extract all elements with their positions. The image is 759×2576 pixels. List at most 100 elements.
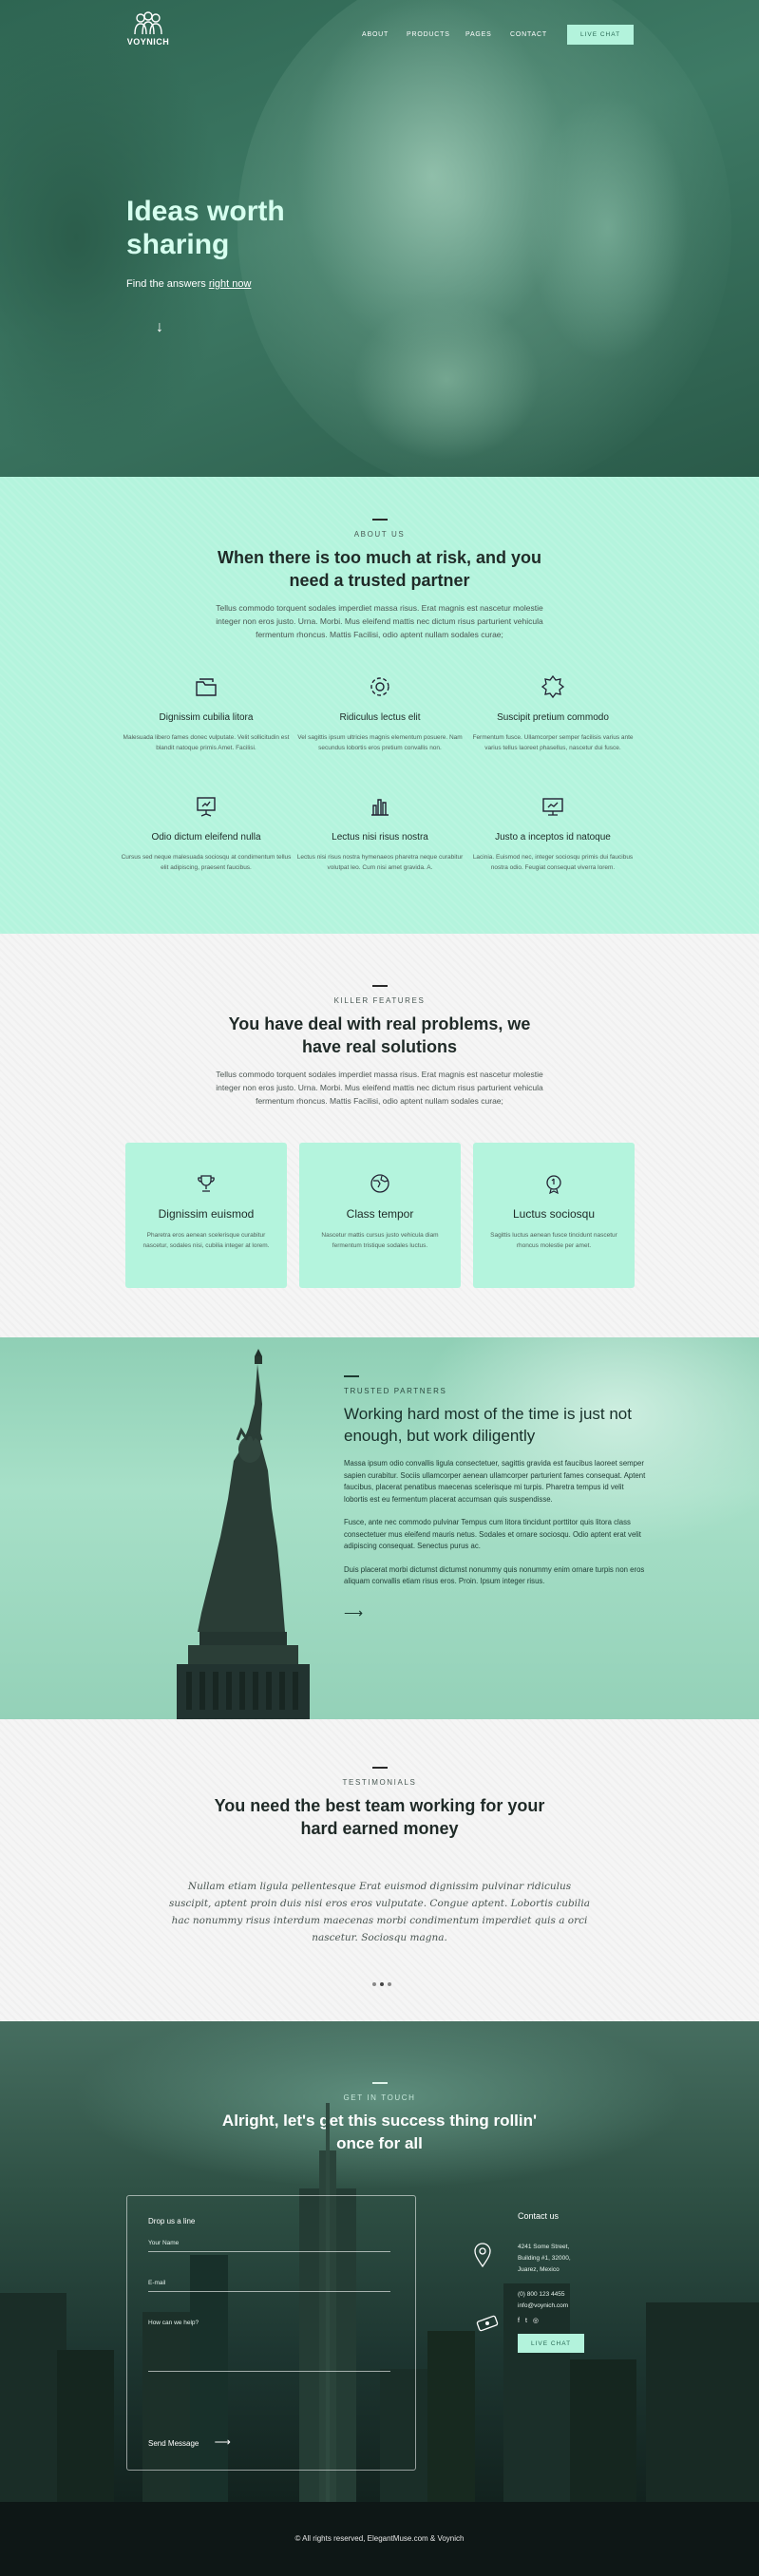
live-chat-button[interactable]: LIVE CHAT — [567, 25, 634, 45]
statue-of-liberty-image — [177, 1349, 310, 1719]
brand-logo[interactable]: VOYNICH — [126, 11, 170, 47]
card-desc: Nascetur mattis cursus justo vehicula di… — [321, 1232, 439, 1249]
about-section: ABOUT US When there is too much at risk,… — [0, 477, 759, 934]
send-label: Send Message — [148, 2439, 199, 2448]
brand-name: VOYNICH — [126, 37, 170, 47]
nav-about[interactable]: ABOUT — [362, 31, 389, 38]
arrow-right-icon: ⟶ — [214, 2435, 231, 2449]
testimonials-section: TESTIMONIALS You need the best team work… — [0, 1719, 759, 2021]
feature-desc: Lectus nisi risus nostra hymenaeos phare… — [296, 854, 464, 871]
nav-contact[interactable]: CONTACT — [510, 31, 547, 38]
feature-desc: Vel sagittis ipsum ultricies magnis elem… — [297, 734, 463, 751]
card-desc: Pharetra eros aenean scelerisque curabit… — [142, 1232, 270, 1249]
feature-title: Ridiculus lectus elit — [339, 712, 421, 723]
killer-features-section: KILLER FEATURES You have deal with real … — [0, 934, 759, 1337]
feature-item: Ridiculus lectus elit Vel sagittis ipsum… — [294, 674, 465, 753]
feature-title: Lectus nisi risus nostra — [332, 832, 428, 843]
feature-card[interactable]: Luctus sociosqu Sagittis luctus aenean f… — [473, 1143, 635, 1288]
medal-icon — [546, 1175, 561, 1194]
feature-item: Dignissim cubilia litora Malesuada liber… — [121, 674, 292, 753]
instagram-icon[interactable]: ◎ — [533, 2318, 544, 2324]
arrow-right-icon[interactable]: ⟶ — [344, 1605, 648, 1621]
facebook-icon[interactable]: f — [518, 2318, 525, 2324]
about-title: When there is too much at risk, and you … — [217, 548, 542, 590]
partners-paragraph: Duis placerat morbi dictumst dictumst no… — [344, 1564, 645, 1586]
section-divider — [371, 1767, 388, 1769]
hero-title: Ideas worth sharing — [126, 196, 285, 260]
partners-kicker: TRUSTED PARTNERS — [344, 1387, 447, 1395]
testimonials-title: You need the best team working for your … — [214, 1796, 545, 1838]
partners-content: TRUSTED PARTNERS Working hard most of th… — [344, 1375, 648, 1621]
carousel-dots — [370, 1974, 393, 1991]
contact-title: Alright, let's get this success thing ro… — [221, 2112, 538, 2152]
section-divider — [371, 519, 388, 521]
hero-subtitle-text: Find the answers — [126, 278, 209, 290]
address-line: Juarez, Mexico — [518, 2266, 560, 2273]
killer-title: You have deal with real problems, we hav… — [228, 1014, 531, 1056]
section-divider — [371, 985, 388, 987]
feature-item: Odio dictum eleifend nulla Cursus sed ne… — [121, 794, 292, 873]
presentation-icon — [197, 797, 216, 817]
feature-card[interactable]: Class tempor Nascetur mattis cursus just… — [299, 1143, 461, 1288]
testimonials-kicker: TESTIMONIALS — [342, 1778, 417, 1787]
feature-title: Dignissim cubilia litora — [159, 712, 254, 723]
bar-chart-icon — [371, 799, 389, 816]
arrow-down-icon[interactable]: ↓ — [156, 319, 163, 336]
social-icons: ft◎ — [518, 2317, 584, 2324]
feature-desc: Fermentum fusce. Ullamcorper semper faci… — [472, 734, 634, 751]
testimonial-quote: Nullam etiam ligula pellentesque Erat eu… — [168, 1881, 591, 1943]
carousel-dot-active[interactable] — [380, 1982, 384, 1986]
partners-title: Working hard most of the time is just no… — [344, 1405, 632, 1445]
copyright-text: © All rights reserved, ElegantMuse.com &… — [294, 2534, 465, 2543]
phone-icon — [476, 2315, 499, 2332]
globe-icon — [370, 1174, 389, 1193]
gear-icon — [370, 677, 389, 696]
contact-kicker: GET IN TOUCH — [343, 2093, 416, 2102]
carousel-dot[interactable] — [372, 1982, 376, 1986]
feature-desc: Cursus sed neque malesuada sociosqu at c… — [121, 854, 292, 871]
phone-number[interactable]: (0) 800 123 4455 — [518, 2289, 584, 2301]
hero-subtitle: Find the answers right now — [126, 278, 251, 290]
hero-section: VOYNICH ABOUT PRODUCTS PAGES CONTACT LIV… — [0, 0, 759, 477]
carousel-dot[interactable] — [388, 1982, 391, 1986]
partners-paragraph: Fusce, ante nec commodo pulvinar Tempus … — [344, 1518, 641, 1550]
trophy-icon — [198, 1175, 215, 1192]
card-title: Class tempor — [346, 1207, 414, 1221]
killer-kicker: KILLER FEATURES — [333, 996, 426, 1005]
form-title: Drop us a line — [148, 2217, 196, 2226]
about-kicker: ABOUT US — [353, 530, 406, 539]
send-message-button[interactable]: Send Message ⟶ — [148, 2435, 231, 2449]
feature-item: Suscipit pretium commodo Fermentum fusce… — [467, 674, 638, 753]
twitter-icon[interactable]: t — [525, 2318, 533, 2324]
folder-icon — [196, 678, 217, 696]
section-divider — [371, 2082, 388, 2084]
email-link[interactable]: info@voynich.com — [518, 2301, 584, 2312]
card-title: Luctus sociosqu — [512, 1207, 596, 1221]
contact-info-title: Contact us — [518, 2211, 560, 2221]
card-title: Dignissim euismod — [158, 1207, 255, 1221]
address-line: Building #1, 32000, — [518, 2255, 571, 2262]
email-field[interactable] — [148, 2275, 390, 2292]
feature-title: Suscipit pretium commodo — [497, 712, 609, 723]
feature-item: Lectus nisi risus nostra Lectus nisi ris… — [294, 794, 465, 873]
feature-card[interactable]: Dignissim euismod Pharetra eros aenean s… — [125, 1143, 287, 1288]
contact-info: Contact us 4241 Some Street, Building #1… — [518, 2211, 584, 2353]
contact-section: GET IN TOUCH Alright, let's get this suc… — [0, 2021, 759, 2502]
nav-products[interactable]: PRODUCTS — [407, 31, 450, 38]
footer: © All rights reserved, ElegantMuse.com &… — [0, 2502, 759, 2576]
feature-item: Justo a inceptos id natoque Lacinia. Eui… — [467, 794, 638, 873]
about-lead: Tellus commodo torquent sodales imperdie… — [216, 603, 543, 639]
badge-icon — [541, 674, 565, 699]
partners-paragraph: Massa ipsum odio convallis ligula consec… — [344, 1459, 646, 1504]
right-now-link[interactable]: right now — [209, 278, 252, 290]
feature-desc: Malesuada libero fames donec vulputate. … — [123, 734, 290, 751]
feature-desc: Lacinia. Euismod nec, integer sociosqu p… — [472, 854, 634, 871]
live-chat-button[interactable]: LIVE CHAT — [518, 2334, 584, 2353]
name-field[interactable] — [148, 2235, 390, 2252]
monitor-icon — [542, 798, 563, 816]
card-desc: Sagittis luctus aenean fusce tincidunt n… — [490, 1232, 617, 1249]
nav-pages[interactable]: PAGES — [465, 31, 492, 38]
killer-lead: Tellus commodo torquent sodales imperdie… — [216, 1070, 543, 1106]
section-divider — [344, 1375, 359, 1377]
message-field[interactable] — [148, 2315, 390, 2372]
